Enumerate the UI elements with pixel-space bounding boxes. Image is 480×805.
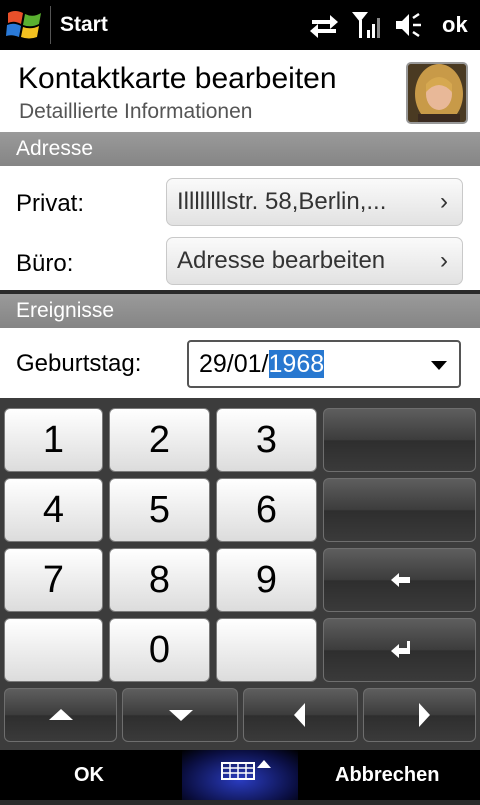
address-form: Privat: Illllllllstr. 58,Berlin,... › Bü… (0, 166, 480, 290)
enter-key[interactable] (323, 618, 476, 682)
key-9-label: 9 (255, 559, 278, 601)
enter-icon (391, 641, 410, 658)
dropdown-arrow-icon[interactable] (431, 361, 447, 370)
arrow-right-icon (419, 703, 430, 727)
arrow-left-key[interactable] (243, 688, 358, 742)
key-blank-right[interactable] (216, 618, 317, 682)
keyboard-icon (221, 760, 271, 780)
key-1[interactable]: 1 (4, 408, 103, 472)
arrow-down-icon (169, 710, 193, 721)
key-6[interactable]: 6 (216, 478, 317, 542)
section-events: Ereignisse (0, 294, 480, 328)
signal-icon (352, 12, 380, 38)
ok-button[interactable]: ok (442, 12, 468, 38)
volume-icon (396, 12, 421, 38)
key-8[interactable]: 8 (109, 548, 210, 612)
chevron-right-icon: › (440, 188, 448, 215)
birthday-date-prefix: 29/01/ (199, 350, 269, 378)
key-0[interactable]: 0 (109, 618, 210, 682)
birthday-year-selected: 1968 (268, 350, 325, 378)
arrow-right-key[interactable] (363, 688, 476, 742)
page-title: Kontaktkarte bearbeiten (18, 62, 337, 95)
key-1-label: 1 (42, 419, 65, 461)
page-subtitle: Detaillierte Informationen (19, 100, 253, 123)
status-divider (50, 6, 51, 44)
arrow-up-key[interactable] (4, 688, 117, 742)
page-header: Kontaktkarte bearbeiten Detaillierte Inf… (0, 50, 480, 132)
key-0-label: 0 (148, 629, 171, 671)
key-8-label: 8 (148, 559, 171, 601)
key-4-label: 4 (42, 489, 65, 531)
softkey-cancel[interactable]: Abbrechen (335, 764, 439, 787)
private-address-value: Illllllllstr. 58,Berlin,... (177, 188, 387, 215)
office-address-value: Adresse bearbeiten (177, 247, 386, 274)
backspace-key[interactable] (323, 548, 476, 612)
key-3[interactable]: 3 (216, 408, 317, 472)
key-2[interactable]: 2 (109, 408, 210, 472)
contact-avatar[interactable] (406, 62, 468, 124)
key-3-label: 3 (255, 419, 278, 461)
key-5[interactable]: 5 (109, 478, 210, 542)
key-7[interactable]: 7 (4, 548, 103, 612)
key-6-label: 6 (255, 489, 278, 531)
backspace-icon (391, 573, 410, 587)
start-label[interactable]: Start (60, 13, 108, 37)
edit-office-address-button[interactable]: Adresse bearbeiten › (166, 237, 463, 285)
key-2-label: 2 (148, 419, 171, 461)
key-5-label: 5 (148, 489, 171, 531)
input-panel-toggle[interactable] (182, 750, 298, 800)
softkey-ok[interactable]: OK (74, 764, 104, 787)
section-address: Adresse (0, 132, 480, 166)
key-4[interactable]: 4 (4, 478, 103, 542)
windows-logo-icon[interactable] (6, 7, 44, 43)
arrow-down-key[interactable] (122, 688, 238, 742)
office-label: Büro: (16, 250, 74, 277)
data-transfer-icon (310, 15, 338, 38)
birthday-date-picker[interactable]: 29/01/1968 (187, 340, 461, 388)
arrow-left-icon (294, 703, 305, 727)
numeric-keypad: 1 2 3 4 5 6 7 8 9 0 (0, 398, 480, 750)
private-address-button[interactable]: Illllllllstr. 58,Berlin,... › (166, 178, 463, 226)
status-bar: Start ok (0, 0, 480, 50)
key-7-label: 7 (42, 559, 65, 601)
bottom-softkey-bar: OK Abbrechen (0, 750, 480, 800)
chevron-right-icon: › (440, 247, 448, 274)
key-blank-2[interactable] (323, 478, 476, 542)
key-blank-1[interactable] (323, 408, 476, 472)
key-9[interactable]: 9 (216, 548, 317, 612)
arrow-up-icon (49, 709, 73, 720)
avatar-photo-icon (408, 64, 466, 122)
key-blank-left[interactable] (4, 618, 103, 682)
birthday-label: Geburtstag: (16, 350, 142, 377)
private-label: Privat: (16, 190, 85, 217)
